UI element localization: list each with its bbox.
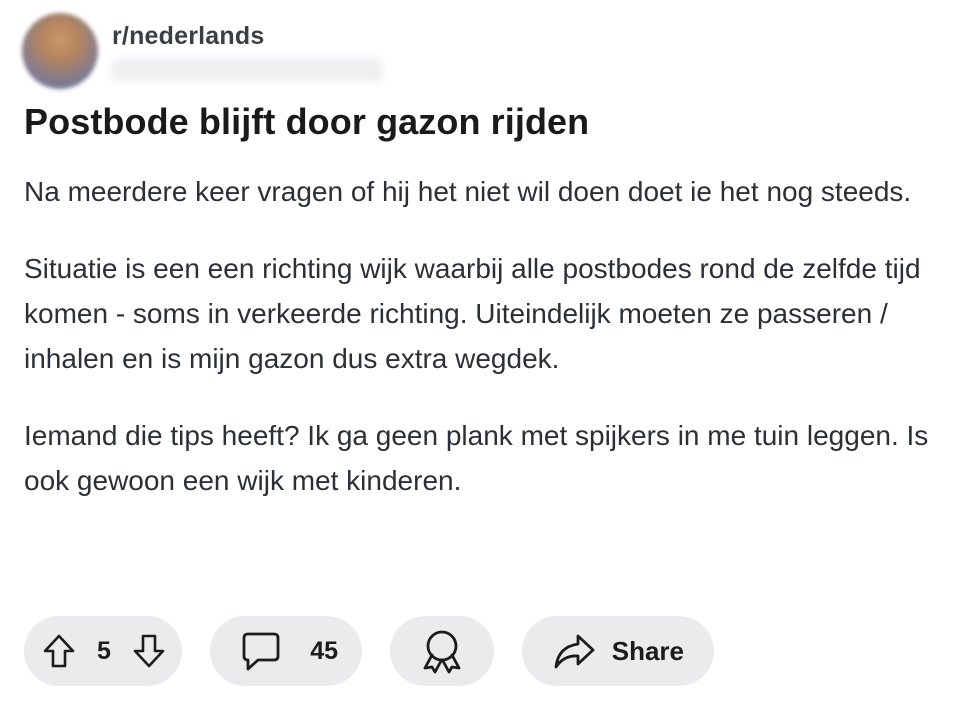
upvote-arrow-icon[interactable] [42, 633, 76, 669]
vote-control: 5 [24, 616, 182, 686]
speech-bubble-icon [240, 630, 282, 672]
subreddit-avatar[interactable] [22, 13, 98, 89]
share-label: Share [611, 635, 684, 666]
comment-count: 45 [310, 636, 338, 665]
username-blurred[interactable] [112, 59, 383, 81]
post-title: Postbode blijft door gazon rijden [24, 101, 590, 142]
post-action-bar: 5 45 Share [24, 616, 714, 686]
subreddit-name[interactable]: r/nederlands [112, 22, 383, 51]
post-header: r/nederlands [22, 13, 383, 89]
post-meta: r/nederlands [112, 13, 383, 81]
award-ribbon-icon [420, 628, 464, 674]
post-body: Na meerdere keer vragen of hij het niet … [24, 169, 954, 535]
share-button[interactable]: Share [522, 616, 714, 686]
share-arrow-icon [552, 631, 596, 671]
downvote-arrow-icon[interactable] [132, 633, 166, 669]
post-paragraph-2: Situatie is een een richting wijk waarbi… [24, 253, 921, 374]
award-button[interactable] [390, 616, 494, 686]
comments-button[interactable]: 45 [210, 616, 362, 686]
post-paragraph-3: Iemand die tips heeft? Ik ga geen plank … [24, 420, 929, 496]
post-paragraph-1: Na meerdere keer vragen of hij het niet … [24, 176, 912, 207]
vote-count: 5 [97, 636, 111, 665]
